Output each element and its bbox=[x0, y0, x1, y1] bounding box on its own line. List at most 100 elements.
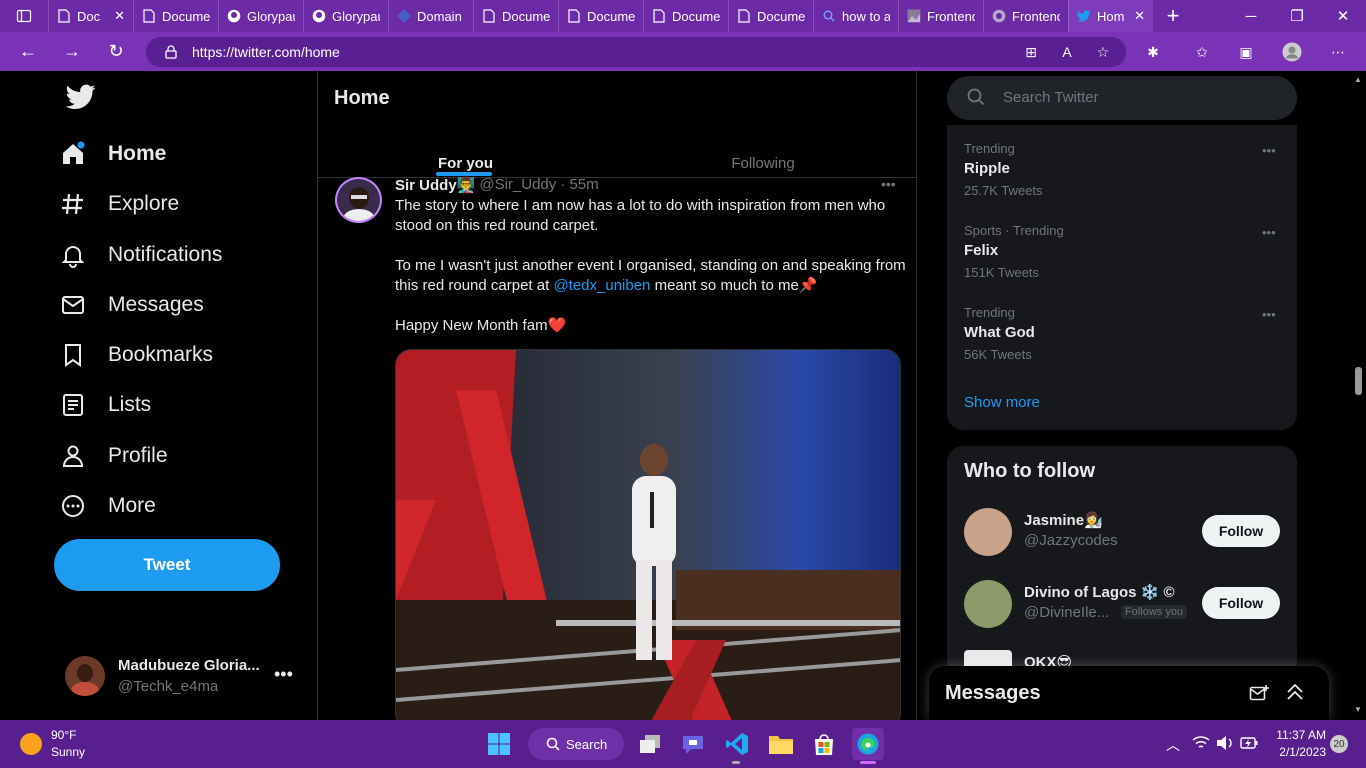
browser-tab-label: Documen bbox=[502, 8, 550, 24]
browser-tab[interactable]: how to a bbox=[813, 0, 898, 32]
taskbar-search[interactable]: Search bbox=[528, 728, 624, 760]
tweet-media-image[interactable] bbox=[395, 349, 901, 720]
refresh-icon[interactable]: ↻ bbox=[96, 32, 136, 71]
clock-time[interactable]: 11:37 AM bbox=[1264, 728, 1326, 742]
address-bar-row: ← → ↻ https://twitter.com/home ⊞ A ☆ ✱ ✩… bbox=[0, 32, 1366, 71]
tray-overflow-icon[interactable]: ︿ bbox=[1166, 735, 1180, 755]
trend-item[interactable]: Trending Ripple 25.7K Tweets ••• bbox=[964, 141, 1284, 211]
scroll-down-icon[interactable]: ▼ bbox=[1354, 705, 1362, 714]
vscode-icon[interactable] bbox=[721, 728, 753, 760]
tab-actions-icon[interactable] bbox=[0, 0, 48, 32]
microsoft-store-icon[interactable] bbox=[808, 728, 840, 760]
wifi-icon[interactable] bbox=[1192, 735, 1210, 756]
sidebar-item-profile[interactable]: Profile bbox=[60, 436, 168, 476]
browser-tab[interactable]: Glorypau bbox=[218, 0, 303, 32]
trend-item[interactable]: Sports · Trending Felix 151K Tweets ••• bbox=[964, 223, 1284, 293]
follow-button[interactable]: Follow bbox=[1202, 587, 1280, 619]
trend-count: 56K Tweets bbox=[964, 347, 1032, 362]
account-avatar[interactable] bbox=[65, 656, 105, 696]
tweet-time[interactable]: · 55m bbox=[560, 176, 598, 194]
browser-tab[interactable]: Hom ✕ bbox=[1068, 0, 1153, 32]
show-more-link[interactable]: Show more bbox=[964, 394, 1040, 411]
edge-browser-icon[interactable] bbox=[852, 728, 884, 760]
lock-icon[interactable] bbox=[156, 37, 186, 67]
browser-tab[interactable]: Documen bbox=[728, 0, 813, 32]
collections-icon[interactable]: ▣ bbox=[1231, 37, 1261, 67]
taskbar-search-label: Search bbox=[566, 736, 608, 752]
browser-tab[interactable]: Domain n bbox=[388, 0, 473, 32]
browser-tab[interactable]: Documen bbox=[133, 0, 218, 32]
sidebar-item-more[interactable]: More bbox=[60, 486, 156, 526]
browser-tab[interactable]: Frontend bbox=[983, 0, 1068, 32]
browser-tab[interactable]: Doc ✕ bbox=[48, 0, 133, 32]
new-message-icon[interactable] bbox=[1249, 684, 1269, 709]
read-aloud-icon[interactable]: A bbox=[1052, 37, 1082, 67]
browser-tab[interactable]: Documen bbox=[558, 0, 643, 32]
trend-more-icon[interactable]: ••• bbox=[1262, 307, 1276, 322]
tweet-author-name[interactable]: Sir Uddy👨‍🏫 bbox=[395, 176, 475, 194]
close-tab-icon[interactable]: ✕ bbox=[1134, 8, 1145, 24]
tweet-author-avatar[interactable] bbox=[335, 177, 382, 223]
messages-drawer[interactable]: Messages bbox=[929, 666, 1329, 720]
follow-avatar[interactable] bbox=[964, 650, 1012, 666]
sidebar-item-bookmarks[interactable]: Bookmarks bbox=[60, 335, 213, 375]
close-tab-icon[interactable]: ✕ bbox=[114, 8, 125, 24]
browser-menu-icon[interactable]: ⋯ bbox=[1323, 37, 1353, 67]
favorites-icon[interactable]: ✩ bbox=[1187, 37, 1217, 67]
profile-avatar-icon[interactable] bbox=[1277, 37, 1307, 67]
file-explorer-icon[interactable] bbox=[765, 728, 797, 760]
forward-icon[interactable]: → bbox=[52, 32, 92, 71]
expand-drawer-icon[interactable] bbox=[1285, 682, 1305, 707]
new-tab-button[interactable]: + bbox=[1153, 0, 1193, 32]
sidebar-item-explore[interactable]: Explore bbox=[60, 184, 179, 224]
url-field[interactable]: https://twitter.com/home bbox=[146, 37, 1126, 67]
volume-icon[interactable] bbox=[1216, 735, 1234, 756]
clock-date[interactable]: 2/1/2023 bbox=[1264, 745, 1326, 759]
browser-tab[interactable]: Documen bbox=[643, 0, 728, 32]
browser-tab[interactable]: Frontend bbox=[898, 0, 983, 32]
back-icon[interactable]: ← bbox=[8, 32, 48, 71]
browser-tab[interactable]: Documen bbox=[473, 0, 558, 32]
follow-name[interactable]: Jasmine👩‍🔬 bbox=[1024, 511, 1103, 529]
weather-sun-icon[interactable] bbox=[20, 733, 42, 755]
favorite-add-icon[interactable]: ☆ bbox=[1088, 37, 1118, 67]
trend-more-icon[interactable]: ••• bbox=[1262, 225, 1276, 240]
diamond-icon bbox=[397, 9, 411, 23]
minimize-icon[interactable]: ─ bbox=[1228, 0, 1274, 32]
teams-chat-icon[interactable] bbox=[677, 728, 709, 760]
follow-avatar[interactable] bbox=[964, 508, 1012, 556]
trend-more-icon[interactable]: ••• bbox=[1262, 143, 1276, 158]
battery-icon[interactable] bbox=[1240, 736, 1258, 755]
twitter-logo-icon[interactable] bbox=[65, 84, 96, 115]
page-scrollbar[interactable]: ▲ ▼ bbox=[1349, 71, 1366, 720]
notification-count-badge[interactable]: 20 bbox=[1330, 735, 1348, 753]
follow-button[interactable]: Follow bbox=[1202, 515, 1280, 547]
sidebar-item-home[interactable]: Home bbox=[60, 134, 166, 174]
windows-start-icon[interactable] bbox=[483, 728, 515, 760]
scroll-up-icon[interactable]: ▲ bbox=[1354, 75, 1362, 84]
weather-temp[interactable]: 90°F bbox=[51, 728, 76, 742]
tweet-button[interactable]: Tweet bbox=[54, 539, 280, 591]
tweet-author-handle[interactable]: @Sir_Uddy bbox=[479, 176, 556, 194]
tweet-more-icon[interactable]: ••• bbox=[881, 176, 896, 192]
app-available-icon[interactable]: ⊞ bbox=[1016, 37, 1046, 67]
sidebar-item-lists[interactable]: Lists bbox=[60, 385, 151, 425]
sidebar-item-notifications[interactable]: Notifications bbox=[60, 235, 222, 275]
follow-name[interactable]: Divino of Lagos ❄️ © bbox=[1024, 583, 1175, 601]
browser-tab-label: Documen bbox=[162, 8, 210, 24]
browser-tab[interactable]: Glorypau bbox=[303, 0, 388, 32]
sidebar-item-messages[interactable]: Messages bbox=[60, 285, 204, 325]
account-more-icon[interactable]: ••• bbox=[274, 664, 293, 685]
edge-active-indicator bbox=[860, 761, 876, 764]
scrollbar-thumb[interactable] bbox=[1355, 367, 1362, 395]
weather-desc[interactable]: Sunny bbox=[51, 745, 85, 759]
task-view-icon[interactable] bbox=[634, 728, 666, 760]
extensions-icon[interactable]: ✱ bbox=[1138, 37, 1168, 67]
restore-icon[interactable]: ❐ bbox=[1274, 0, 1320, 32]
close-window-icon[interactable]: ✕ bbox=[1320, 0, 1366, 32]
tweet-mention-link[interactable]: @tedx_uniben bbox=[553, 277, 650, 294]
trend-item[interactable]: Trending What God 56K Tweets ••• bbox=[964, 305, 1284, 375]
search-box[interactable]: Search Twitter bbox=[947, 76, 1297, 120]
home-icon bbox=[60, 141, 86, 167]
follow-avatar[interactable] bbox=[964, 580, 1012, 628]
